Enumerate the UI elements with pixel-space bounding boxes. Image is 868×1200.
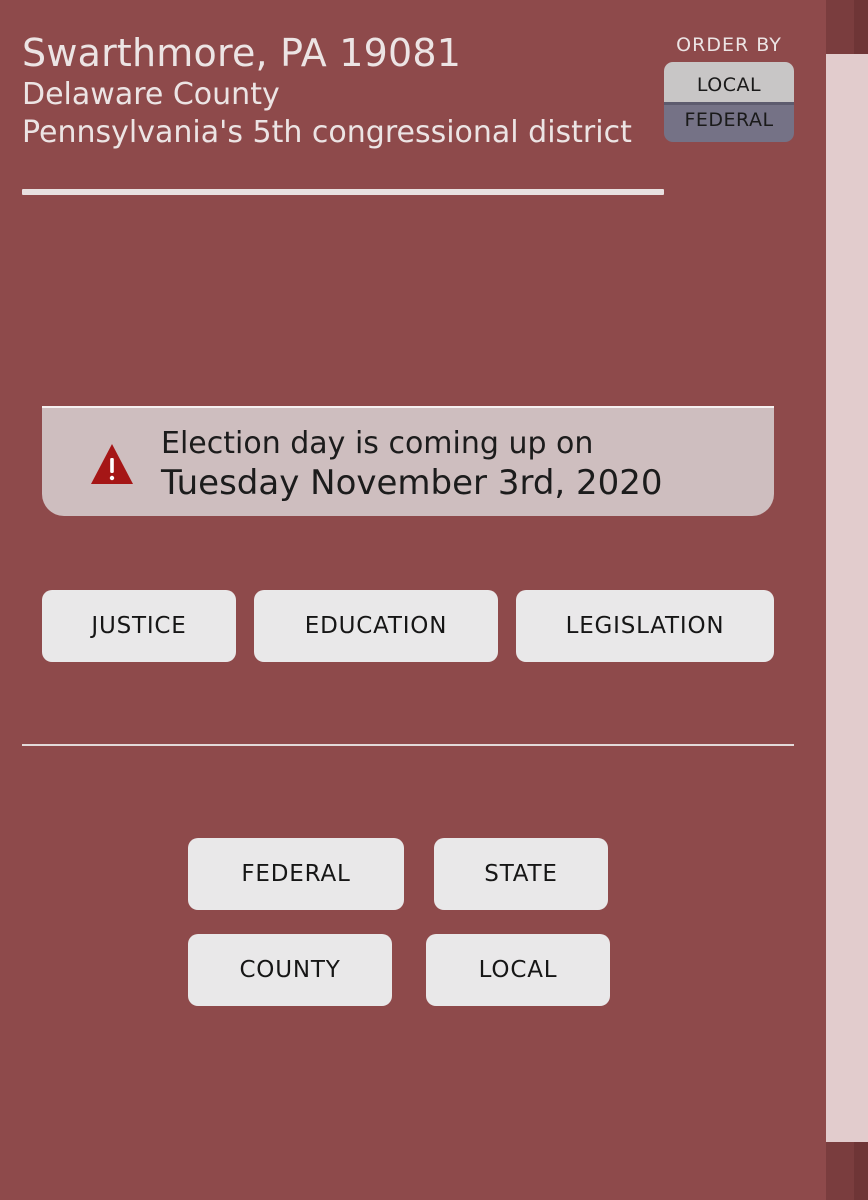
level-button-federal[interactable]: FEDERAL bbox=[188, 838, 404, 910]
topic-button-education[interactable]: EDUCATION bbox=[254, 590, 498, 662]
order-option-federal[interactable]: FEDERAL bbox=[664, 102, 794, 142]
section-divider bbox=[22, 744, 794, 746]
county-name: Delaware County bbox=[22, 77, 280, 112]
election-alert: Election day is coming up on Tuesday Nov… bbox=[42, 406, 774, 516]
location-title: Swarthmore, PA 19081 bbox=[22, 31, 462, 75]
level-button-state[interactable]: STATE bbox=[434, 838, 608, 910]
warning-icon bbox=[91, 444, 133, 484]
order-by-control: ORDER BY LOCAL FEDERAL bbox=[664, 32, 794, 142]
level-button-local[interactable]: LOCAL bbox=[426, 934, 610, 1006]
location-header: Swarthmore, PA 19081 Delaware County Pen… bbox=[22, 30, 664, 152]
side-panel-cap-bottom bbox=[854, 1142, 868, 1200]
header-divider bbox=[22, 189, 664, 195]
election-date: Tuesday November 3rd, 2020 bbox=[161, 463, 663, 503]
congressional-district: Pennsylvania's 5th congressional distric… bbox=[22, 115, 632, 150]
order-by-label: ORDER BY bbox=[676, 34, 782, 56]
topic-button-justice[interactable]: JUSTICE bbox=[42, 590, 236, 662]
alert-message: Election day is coming up on bbox=[161, 426, 594, 461]
level-button-county[interactable]: COUNTY bbox=[188, 934, 392, 1006]
main-content: Swarthmore, PA 19081 Delaware County Pen… bbox=[0, 0, 826, 1200]
topic-button-legislation[interactable]: LEGISLATION bbox=[516, 590, 774, 662]
side-panel-cap-top bbox=[854, 0, 868, 54]
side-panel[interactable] bbox=[826, 54, 868, 1142]
order-by-toggle: LOCAL FEDERAL bbox=[664, 62, 794, 142]
order-option-local[interactable]: LOCAL bbox=[664, 62, 794, 102]
